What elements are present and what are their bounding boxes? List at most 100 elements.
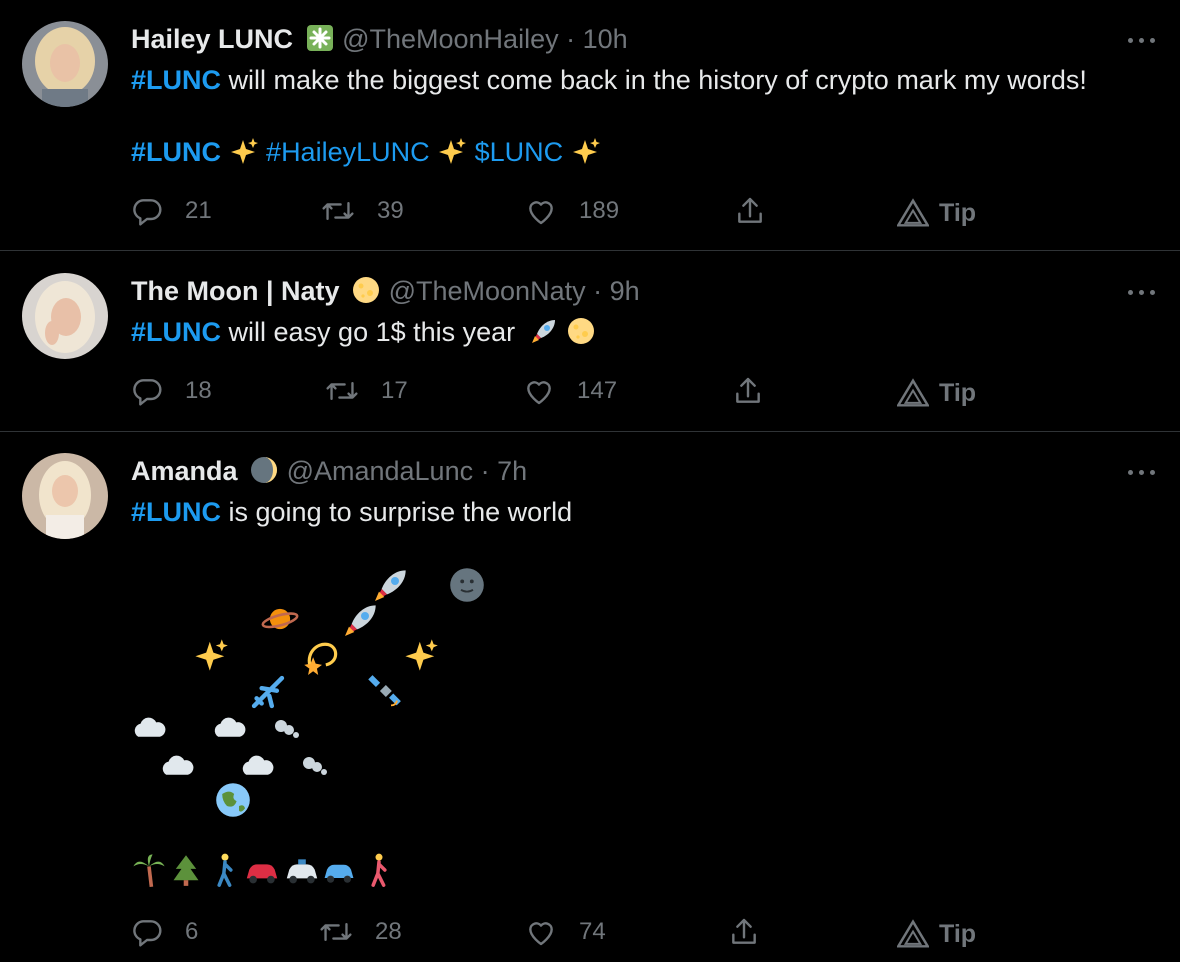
tweet-text-line: will easy go 1$ this year [221,317,516,347]
tweet-header: The Moon | Naty @TheMoonNaty · 9h [131,275,640,307]
rocket-icon [345,605,376,636]
timestamp[interactable]: 7h [497,456,527,486]
avatar[interactable] [22,453,108,539]
full-moon-icon [353,277,380,303]
retweet-icon [326,381,358,401]
reply-button[interactable]: 21 [131,191,212,231]
handle[interactable]: @TheMoonHailey [342,24,559,54]
heart-icon [529,922,553,946]
cloud-icon [242,755,274,775]
share-icon [738,197,762,223]
retweet-count: 39 [377,197,404,224]
heart-icon [527,381,551,405]
tweet-actions: 18 17 147 Tip [131,371,1131,411]
retweet-count: 28 [375,918,402,945]
retweet-count: 17 [381,377,408,404]
display-name[interactable]: Hailey LUNC [131,24,293,54]
full-moon-icon [568,318,595,344]
dashing-away-icon [275,720,299,738]
car-icon [246,864,278,884]
hashtag-link[interactable]: #LUNC [131,65,221,95]
heart-icon [529,201,553,225]
tip-label: Tip [939,378,977,407]
sparkles-icon [439,138,467,164]
tip-icon [897,198,929,227]
tip-label: Tip [939,919,977,948]
tip-button[interactable]: Tip [897,193,976,233]
dashing-away-icon [303,757,327,775]
tweet-text: #LUNC will easy go 1$ this year [131,314,596,350]
cloud-icon [162,755,194,775]
share-icon [732,918,756,944]
person-walking-icon [217,853,233,887]
timestamp[interactable]: 9h [610,276,640,306]
tweet-2[interactable]: The Moon | Naty @TheMoonNaty · 9h #LUNC … [0,251,1180,431]
reply-button[interactable]: 18 [131,371,212,411]
separator-dot: · [480,456,490,486]
rocket-icon [531,320,555,343]
tweet-text: #LUNC is going to surprise the world [131,494,572,530]
like-button[interactable]: 74 [525,912,606,952]
new-moon-face-icon [450,568,484,602]
reply-count: 18 [185,377,212,404]
avatar[interactable] [22,21,108,107]
waning-moon-icon [251,457,278,483]
tweet-text: #LUNC will make the biggest come back in… [131,62,1087,98]
police-car-icon [286,859,318,884]
satellite-icon [368,675,401,707]
avatar[interactable] [22,273,108,359]
like-count: 147 [577,377,618,404]
person-walking-icon [371,853,387,887]
tweet-tags-line: #LUNC #HaileyLUNC $LUNC [131,134,601,170]
like-button[interactable]: 189 [525,191,619,231]
cashtag-link[interactable]: $LUNC [475,137,564,167]
retweet-icon [320,922,352,942]
rocket-icon [375,570,406,601]
hashtag-link[interactable]: #HaileyLUNC [266,137,430,167]
handle[interactable]: @TheMoonNaty [389,276,586,306]
sparkle-green-icon [306,25,333,51]
tip-button[interactable]: Tip [897,373,976,413]
separator-dot: · [593,276,603,306]
palm-tree-icon [133,854,165,888]
reply-button[interactable]: 6 [131,912,198,952]
sparkles-icon [405,639,438,671]
share-icon [736,377,760,403]
globe-asia-icon [216,783,250,817]
handle[interactable]: @AmandaLunc [287,456,474,486]
evergreen-tree-icon [173,855,199,886]
sparkles-icon [230,138,258,164]
tip-label: Tip [939,198,977,227]
display-name[interactable]: The Moon | Naty [131,276,340,306]
more-options-icon[interactable] [1126,30,1158,50]
tip-icon [897,378,929,407]
tweet-header: Hailey LUNC @TheMoonHailey · 10h [131,23,628,55]
tweet-actions: 21 39 189 Tip [131,191,1131,231]
more-options-icon[interactable] [1126,282,1158,302]
tweet-1[interactable]: Hailey LUNC @TheMoonHailey · 10h #LUNC w… [0,0,1180,250]
tip-button[interactable]: Tip [897,914,976,954]
retweet-button[interactable]: 28 [319,912,402,952]
retweet-button[interactable]: 17 [325,371,408,411]
share-button[interactable] [731,371,765,411]
retweet-icon [322,201,354,221]
share-button[interactable] [727,912,761,952]
display-name[interactable]: Amanda [131,456,238,486]
tweet-header: Amanda @AmandaLunc · 7h [131,455,527,487]
reply-icon [133,379,162,406]
airplane-icon [251,675,285,709]
reply-count: 6 [185,918,199,945]
like-count: 189 [579,197,620,224]
tip-icon [897,919,929,948]
reply-icon [133,199,162,226]
cloud-icon [134,717,166,737]
reply-count: 21 [185,197,212,224]
retweet-button[interactable]: 39 [321,191,404,231]
more-options-icon[interactable] [1126,462,1158,482]
like-button[interactable]: 147 [523,371,617,411]
timestamp[interactable]: 10h [583,24,628,54]
hashtag-link[interactable]: #LUNC [131,497,221,527]
hashtag-link[interactable]: #LUNC [131,137,221,167]
hashtag-link[interactable]: #LUNC [131,317,221,347]
share-button[interactable] [733,191,767,231]
